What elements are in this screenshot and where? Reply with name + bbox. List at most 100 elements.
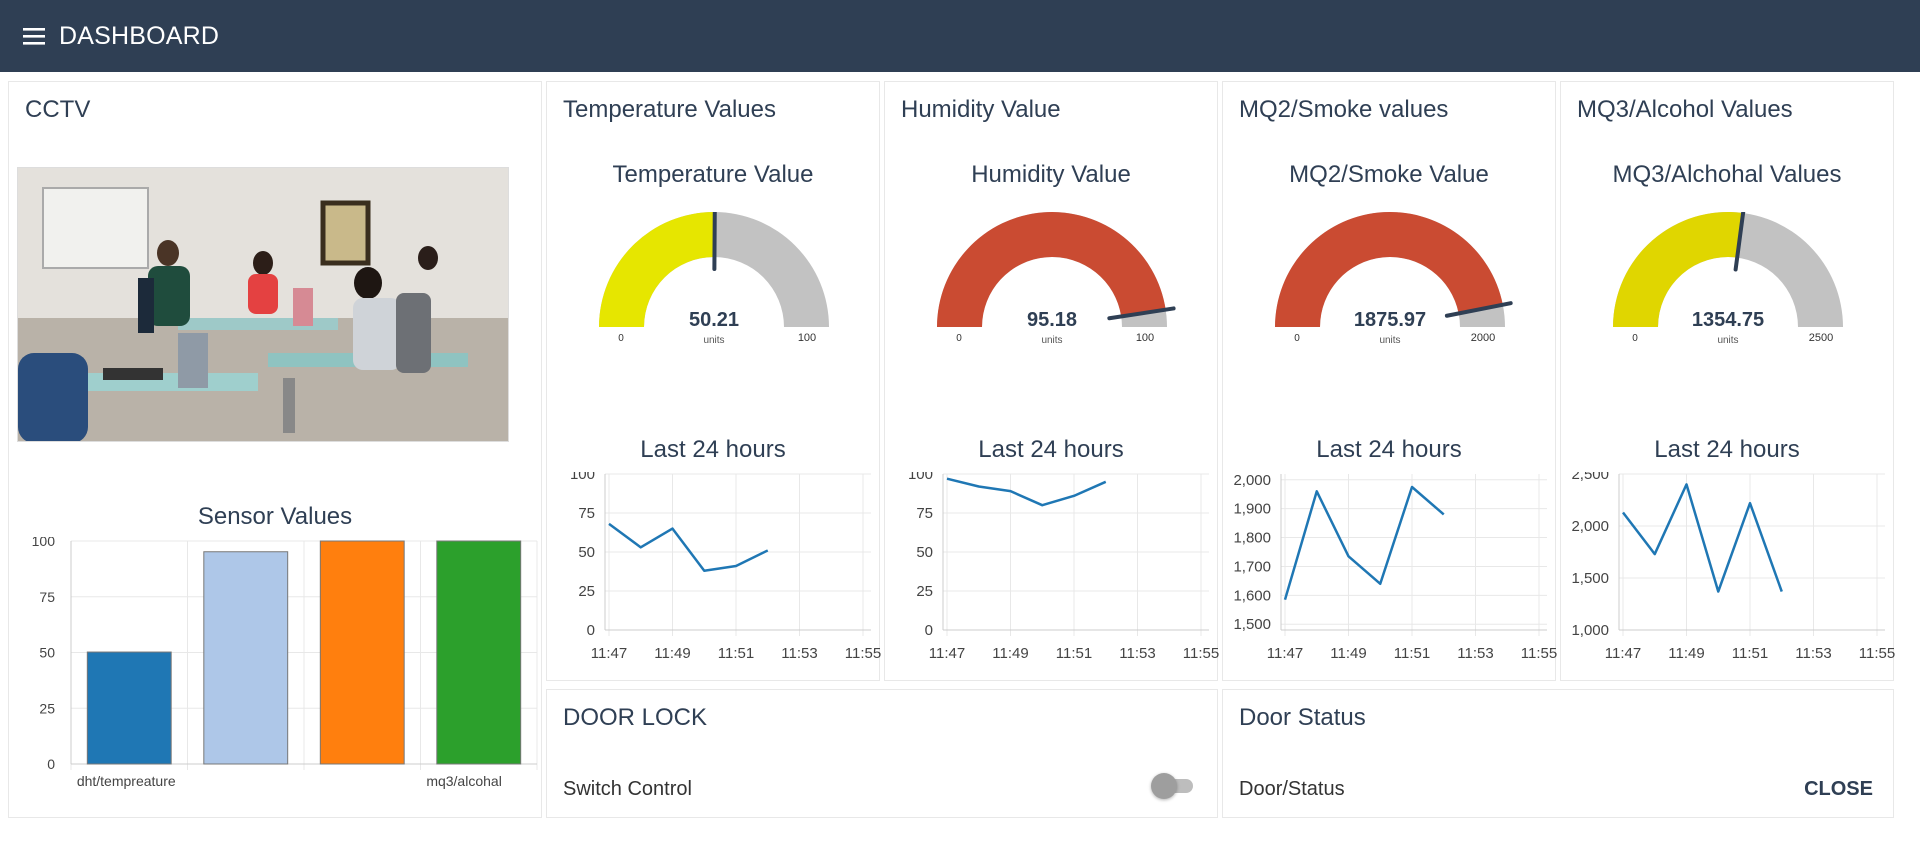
y-tick-label: 2,000 <box>1571 518 1609 535</box>
gauge-min-label: 0 <box>1294 333 1300 344</box>
y-tick-label: 75 <box>578 505 595 522</box>
gauge-max-label: 2000 <box>1471 332 1495 344</box>
smoke-card: MQ2/Smoke values MQ2/Smoke Value 1875.97… <box>1222 81 1557 681</box>
door-status-value: CLOSE <box>1804 778 1873 800</box>
x-tick-label: 11:51 <box>1056 645 1092 662</box>
app-title: DASHBOARD <box>59 21 220 50</box>
sensor-values-bar-chart: 100 75 50 25 0 dht/tempreature mq3/alcohal <box>32 537 538 789</box>
y-tick-label: 1,700 <box>1233 558 1271 575</box>
y-tick-label: 25 <box>578 583 595 600</box>
x-tick-label: 11:49 <box>992 645 1028 662</box>
gauge-min-label: 0 <box>1632 333 1638 344</box>
x-tick-label: 11:47 <box>1605 645 1641 662</box>
hamburger-icon <box>23 28 45 45</box>
cctv-title: CCTV <box>25 96 91 123</box>
bar <box>319 540 405 765</box>
x-tick-label: 11:53 <box>1119 645 1155 662</box>
alcohol-history-title: Last 24 hours <box>1654 436 1800 463</box>
x-tick-label: 11:51 <box>718 645 754 662</box>
door-lock-title: DOOR LOCK <box>563 704 708 731</box>
humidity-history-title: Last 24 hours <box>978 436 1124 463</box>
switch-thumb <box>1151 773 1177 799</box>
series-line <box>608 522 769 572</box>
x-tick-label: 11:55 <box>1183 645 1219 662</box>
alcohol-gauge: 1354.75 units 0 2500 <box>1613 212 1843 346</box>
y-tick-label: 50 <box>916 544 933 561</box>
door-status-label: Door/Status <box>1239 778 1345 800</box>
alcohol-card-title: MQ3/Alcohol Values <box>1577 96 1793 123</box>
y-tick-label: 1,000 <box>1571 622 1609 639</box>
gauge-value: 1875.97 <box>1354 309 1426 331</box>
x-tick-label: 11:51 <box>1394 645 1430 662</box>
x-tick-label: 11:47 <box>929 645 965 662</box>
temperature-history-title: Last 24 hours <box>640 436 786 463</box>
x-tick-label: 11:53 <box>1457 645 1493 662</box>
temperature-gauge: 50.21 units 0 100 <box>599 212 829 346</box>
gauge-max-label: 100 <box>798 332 816 344</box>
smoke-card-title: MQ2/Smoke values <box>1239 96 1449 123</box>
temperature-line-chart: 100 75 50 25 0 11:47 11:49 11:51 11:53 11:55 <box>570 472 881 662</box>
bar <box>436 540 522 765</box>
bar <box>86 651 172 765</box>
sensor-values-title: Sensor Values <box>197 503 353 530</box>
top-bar: DASHBOARD <box>0 0 1920 72</box>
x-tick-label: 11:53 <box>1795 645 1831 662</box>
x-tick-label: 11:49 <box>654 645 690 662</box>
smoke-gauge: 1875.97 units 0 2000 <box>1275 212 1513 346</box>
y-tick-label: 100 <box>570 472 595 483</box>
x-tick-label: 11:49 <box>1330 645 1366 662</box>
alcohol-card: MQ3/Alcohol Values MQ3/Alchohal Values 1… <box>1560 81 1895 681</box>
y-tick-label: 1,500 <box>1571 570 1609 587</box>
y-tick-label: 25 <box>39 700 55 716</box>
y-tick-label: 0 <box>47 756 55 772</box>
gauge-units: units <box>1717 335 1738 346</box>
gauge-units: units <box>1041 335 1062 346</box>
temperature-gauge-title: Temperature Value <box>612 161 814 188</box>
x-tick-label: 11:51 <box>1732 645 1768 662</box>
y-tick-label: 0 <box>925 622 933 639</box>
y-tick-label: 1,500 <box>1233 616 1271 633</box>
gauge-units: units <box>1379 335 1400 346</box>
x-tick-label: 11:53 <box>781 645 817 662</box>
door-lock-card: DOOR LOCK Switch Control <box>546 689 1218 818</box>
hamburger-menu-button[interactable] <box>17 18 53 54</box>
x-tick-label: 11:49 <box>1668 645 1704 662</box>
classroom-photo <box>18 168 508 441</box>
y-tick-label: 50 <box>578 544 595 561</box>
humidity-gauge-title: Humidity Value <box>971 161 1131 188</box>
gauge-max-label: 100 <box>1136 332 1154 344</box>
alcohol-gauge-title: MQ3/Alchohal Values <box>1612 161 1842 188</box>
switch-control-label: Switch Control <box>563 778 692 800</box>
gauge-value: 50.21 <box>689 309 739 331</box>
temperature-card-title: Temperature Values <box>563 96 776 123</box>
gauge-units: units <box>703 335 724 346</box>
gauge-value: 95.18 <box>1027 309 1077 331</box>
y-tick-label: 1,800 <box>1233 530 1271 547</box>
y-tick-label: 75 <box>39 589 55 605</box>
y-tick-label: 2,500 <box>1571 472 1609 483</box>
door-status-title: Door Status <box>1239 704 1366 731</box>
cctv-image <box>17 167 509 442</box>
x-tick-label: 11:55 <box>845 645 881 662</box>
series-line <box>946 477 1107 507</box>
y-tick-label: 100 <box>32 537 56 549</box>
x-category-label: dht/tempreature <box>77 773 176 789</box>
cctv-card: CCTV Sensor Values 100 75 50 25 0 dht/te… <box>8 81 542 818</box>
y-tick-label: 1,600 <box>1233 587 1271 604</box>
smoke-line-chart: 2,000 1,900 1,800 1,700 1,600 1,500 11:47 11:49… <box>1233 472 1557 662</box>
temperature-card: Temperature Values Temperature Value 50.… <box>546 81 881 681</box>
y-tick-label: 1,900 <box>1233 501 1271 518</box>
x-tick-label: 11:47 <box>1267 645 1303 662</box>
humidity-card-title: Humidity Value <box>901 96 1061 123</box>
y-tick-label: 75 <box>916 505 933 522</box>
series-line <box>1283 485 1445 601</box>
gauge-value: 1354.75 <box>1692 309 1764 331</box>
y-tick-label: 50 <box>39 645 55 661</box>
x-category-label: mq3/alcohal <box>426 773 502 789</box>
x-tick-label: 11:55 <box>1521 645 1557 662</box>
humidity-gauge: 95.18 units 0 100 <box>937 212 1176 346</box>
door-lock-switch[interactable] <box>1151 773 1195 799</box>
door-status-card: Door Status Door/Status CLOSE <box>1222 689 1894 818</box>
y-tick-label: 25 <box>916 583 933 600</box>
alcohol-line-chart: 2,500 2,000 1,500 1,000 11:47 11:49 11:51 11:53… <box>1571 472 1895 662</box>
